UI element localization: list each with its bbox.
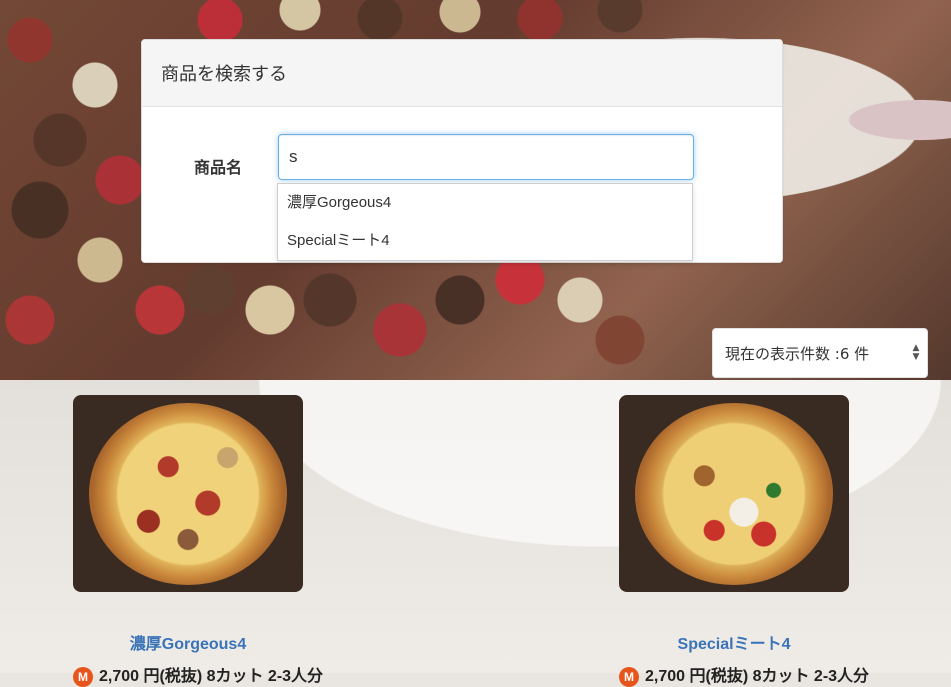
autocomplete-dropdown: 濃厚Gorgeous4 Specialミート4 xyxy=(277,183,693,261)
autocomplete-item[interactable]: 濃厚Gorgeous4 xyxy=(278,184,692,222)
autocomplete-item[interactable]: Specialミート4 xyxy=(278,222,692,260)
pizza-image xyxy=(89,403,287,585)
product-price: M 2,700 円(税抜) 8カット 2-3人分 xyxy=(73,662,323,687)
product-image[interactable] xyxy=(619,395,849,592)
product-card: 濃厚Gorgeous4 M 2,700 円(税抜) 8カット 2-3人分 xyxy=(73,395,323,687)
size-badge: M xyxy=(73,666,93,687)
page-size-select[interactable]: 現在の表示件数 :6 件 ▲ ▼ xyxy=(712,328,928,378)
pizza-image xyxy=(635,403,833,585)
product-name-input[interactable] xyxy=(278,134,694,180)
product-image[interactable] xyxy=(73,395,303,592)
price-text: 2,700 円(税抜) 8カット 2-3人分 xyxy=(645,668,870,685)
product-name-link[interactable]: Specialミート4 xyxy=(619,630,849,654)
product-name-link[interactable]: 濃厚Gorgeous4 xyxy=(73,630,303,654)
page-size-value: 現在の表示件数 :6 件 xyxy=(725,344,870,363)
product-price: M 2,700 円(税抜) 8カット 2-3人分 xyxy=(619,662,869,687)
price-text: 2,700 円(税抜) 8カット 2-3人分 xyxy=(99,668,324,685)
search-panel-heading: 商品を検索する xyxy=(142,40,782,107)
product-card: Specialミート4 M 2,700 円(税抜) 8カット 2-3人分 xyxy=(619,395,869,687)
product-name-label: 商品名 xyxy=(194,158,243,177)
select-arrows-icon: ▲ ▼ xyxy=(912,343,920,362)
size-badge: M xyxy=(619,666,639,687)
search-panel-title: 商品を検索する xyxy=(161,64,287,85)
